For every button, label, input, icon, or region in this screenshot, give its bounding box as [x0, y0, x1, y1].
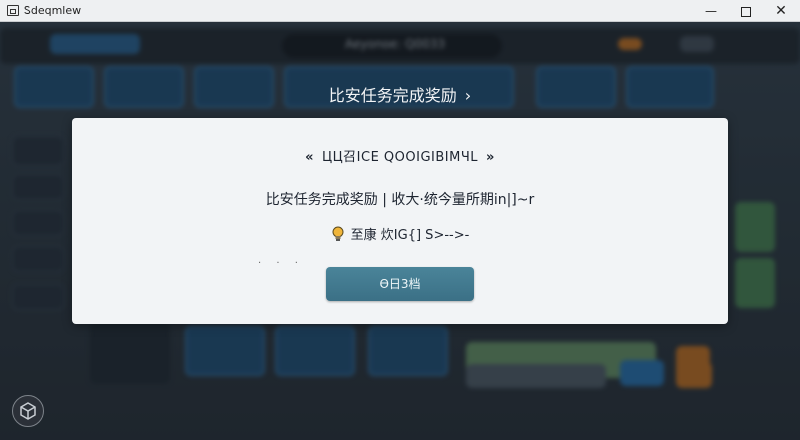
page-title[interactable]: 比安任务完成奖励 ›: [0, 82, 800, 106]
app-window-icon: [7, 5, 19, 16]
double-chevron-right-icon: »: [486, 150, 495, 165]
maximize-button[interactable]: [729, 0, 763, 22]
confirm-button[interactable]: Ѳ日3档: [326, 267, 474, 301]
reward-text: 至康 炊IG{] S>-->-: [350, 228, 470, 243]
chevron-right-icon: ›: [464, 86, 472, 105]
cube-icon: [20, 402, 36, 420]
page-title-text: 比安任务完成奖励: [328, 86, 457, 105]
reward-dialog: « ЦЦ召ІСЕ QOOIGIBIMЧL » 比安任务完成奖励 | 收大·统今量所期…: [72, 118, 728, 324]
dialog-message: 比安任务完成奖励 | 收大·统今量所期in|]~r: [265, 192, 535, 208]
dialog-dots: · · ·: [258, 258, 304, 269]
window-title: Ꮪdeqmlew: [24, 4, 82, 17]
dialog-heading: « ЦЦ召ІСЕ QOOIGIBIMЧL »: [72, 146, 728, 165]
lightbulb-icon: [332, 226, 344, 241]
double-chevron-left-icon: «: [305, 150, 314, 165]
dialog-heading-text: ЦЦ召ІСЕ QOOIGIBIMЧL: [321, 150, 478, 165]
cube-button[interactable]: [12, 395, 44, 427]
reward-row: 至康 炊IG{] S>-->-: [72, 224, 728, 243]
close-button[interactable]: ✕: [764, 0, 798, 22]
minimize-button[interactable]: —: [694, 0, 728, 22]
window-titlebar: Ꮪdeqmlew — ✕: [0, 0, 800, 22]
maximize-icon: [741, 6, 751, 17]
